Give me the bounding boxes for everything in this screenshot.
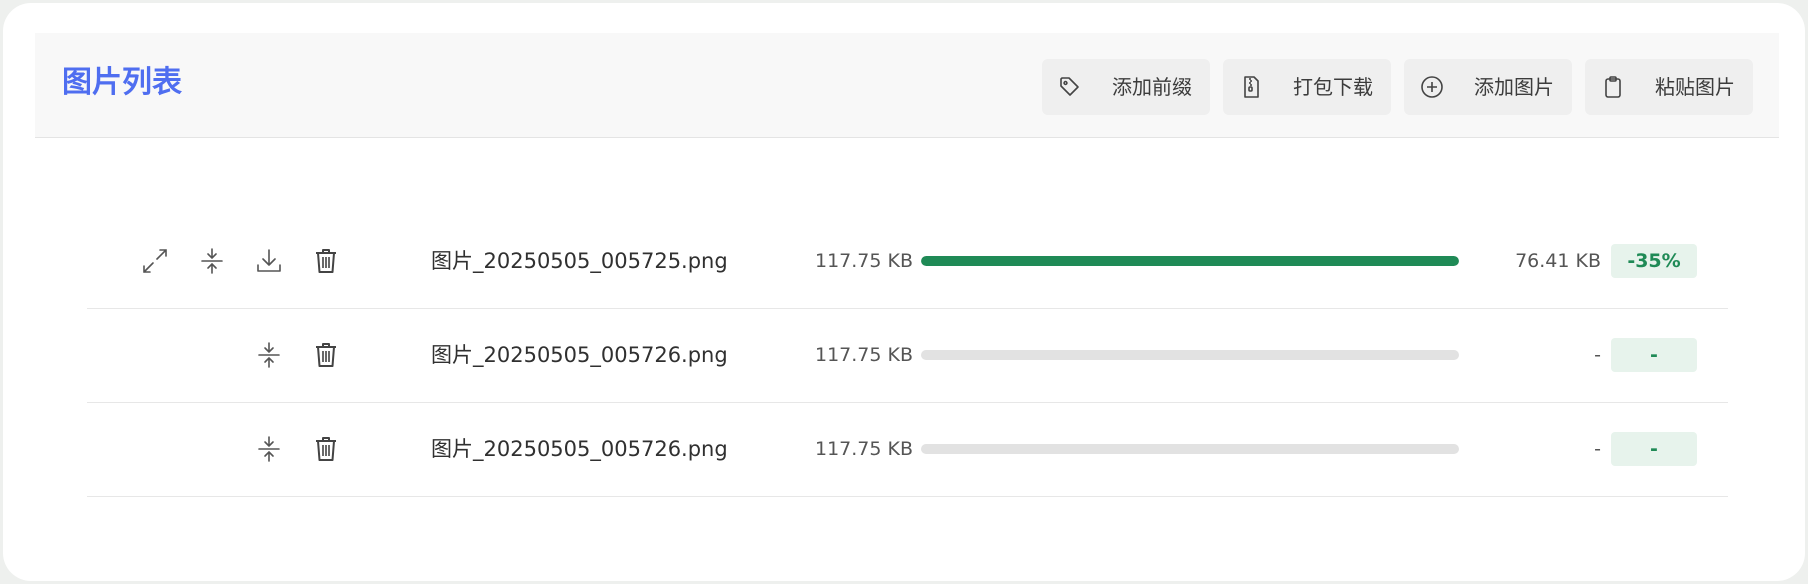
tag-icon — [1058, 75, 1082, 99]
table-row: 图片_20250505_005726.png 117.75 KB - - — [87, 402, 1728, 497]
file-name: 图片_20250505_005726.png — [431, 437, 728, 461]
image-list-card: 图片列表 添加前缀 打包下载 添加图片 粘贴图片 图片_20250505_005… — [3, 3, 1805, 581]
file-name: 图片_20250505_005726.png — [431, 343, 728, 367]
zip-download-button[interactable]: 打包下载 — [1223, 59, 1391, 115]
ratio-badge: - — [1611, 338, 1697, 372]
original-size: 117.75 KB — [814, 344, 913, 366]
trash-icon[interactable] — [312, 341, 340, 369]
compress-icon[interactable] — [198, 247, 226, 275]
zip-file-icon — [1239, 75, 1263, 99]
ratio-badge: - — [1611, 432, 1697, 466]
add-prefix-label: 添加前缀 — [1112, 75, 1192, 99]
paste-image-label: 粘贴图片 — [1655, 75, 1735, 99]
add-image-label: 添加图片 — [1474, 75, 1554, 99]
clipboard-icon — [1601, 75, 1625, 99]
table-row: 图片_20250505_005726.png 117.75 KB - - — [87, 308, 1728, 403]
progress-bar — [921, 256, 1459, 266]
expand-icon[interactable] — [141, 247, 169, 275]
trash-icon[interactable] — [312, 435, 340, 463]
add-image-button[interactable]: 添加图片 — [1404, 59, 1572, 115]
progress-fill — [921, 256, 1459, 266]
original-size: 117.75 KB — [814, 250, 913, 272]
original-size: 117.75 KB — [814, 438, 913, 460]
compressed-size: - — [1594, 344, 1601, 366]
ratio-badge: -35% — [1611, 244, 1697, 278]
list-header: 图片列表 添加前缀 打包下载 添加图片 粘贴图片 — [35, 33, 1779, 138]
compressed-size: 76.41 KB — [1515, 250, 1601, 272]
compressed-size: - — [1594, 438, 1601, 460]
zip-download-label: 打包下载 — [1293, 75, 1373, 99]
download-icon[interactable] — [255, 247, 283, 275]
trash-icon[interactable] — [312, 247, 340, 275]
file-name: 图片_20250505_005725.png — [431, 249, 728, 273]
paste-image-button[interactable]: 粘贴图片 — [1585, 59, 1753, 115]
add-prefix-button[interactable]: 添加前缀 — [1042, 59, 1210, 115]
progress-bar — [921, 444, 1459, 454]
table-row: 图片_20250505_005725.png 117.75 KB 76.41 K… — [87, 214, 1728, 309]
compress-icon[interactable] — [255, 435, 283, 463]
page-title: 图片列表 — [62, 65, 182, 100]
plus-circle-icon — [1420, 75, 1444, 99]
compress-icon[interactable] — [255, 341, 283, 369]
progress-bar — [921, 350, 1459, 360]
